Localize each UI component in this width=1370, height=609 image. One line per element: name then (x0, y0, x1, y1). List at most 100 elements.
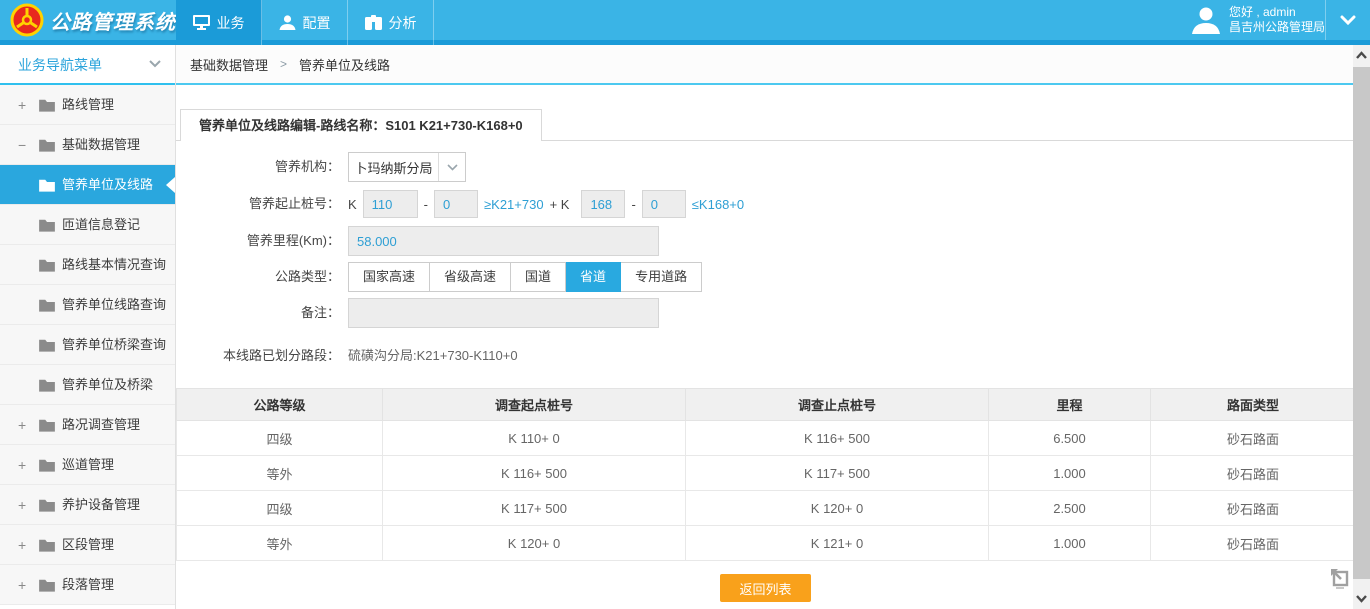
road-type-group: 国家高速 省级高速 国道 省道 专用道路 (348, 262, 702, 292)
user-dropdown-toggle[interactable] (1325, 0, 1370, 40)
highway-emblem-icon (10, 3, 44, 37)
scrollbar-thumb[interactable] (1353, 67, 1370, 579)
folder-icon (38, 178, 56, 192)
breadcrumb-current[interactable]: 管养单位及线路 (299, 55, 390, 74)
sidebar-item-maint-unit-lines[interactable]: 管养单位及线路 (0, 165, 175, 205)
expand-icon[interactable]: + (18, 485, 26, 525)
tab-analysis-label: 分析 (389, 13, 417, 33)
stake-min-hint: ≥K21+730 (484, 197, 544, 212)
tab-business[interactable]: 业务 (176, 0, 262, 45)
sidebar-item-basic-data-mgmt[interactable]: − 基础数据管理 (0, 125, 175, 165)
user-info: 您好 , admin 昌吉州公路管理局 (1229, 5, 1325, 35)
sidebar-item-label: 基础数据管理 (62, 125, 140, 165)
sidebar-item-section-mgmt[interactable]: + 区段管理 (0, 525, 175, 565)
col-mileage: 里程 (989, 389, 1151, 421)
user-greeting: 您好 , admin (1229, 5, 1325, 20)
popout-arrow-icon[interactable] (1328, 566, 1352, 590)
road-segment-table: 公路等级 调查起点桩号 调查止点桩号 里程 路面类型 四级 K 110+ 0 K… (176, 388, 1356, 561)
cell-road-grade: 四级 (177, 421, 383, 456)
cell-mileage: 1.000 (989, 456, 1151, 491)
edit-tab[interactable]: 管养单位及线路编辑-路线名称：S101 K21+730-K168+0 (180, 109, 542, 141)
sidebar-menu-header[interactable]: 业务导航菜单 (0, 45, 175, 85)
cell-start-stake: K 116+ 500 (383, 456, 686, 491)
tab-analysis[interactable]: 分析 (348, 0, 434, 45)
sidebar-item-unit-bridge-query[interactable]: 管养单位桥梁查询 (0, 325, 175, 365)
scroll-up-icon[interactable] (1355, 49, 1368, 63)
table-header-row: 公路等级 调查起点桩号 调查止点桩号 里程 路面类型 (177, 389, 1356, 421)
folder-icon (38, 538, 56, 552)
col-road-grade: 公路等级 (177, 389, 383, 421)
stake-label: 管养起止桩号： (176, 189, 340, 219)
user-organization: 昌吉州公路管理局 (1229, 20, 1325, 35)
sidebar-item-label: 段落管理 (62, 565, 114, 605)
stake-range-row: K - ≥K21+730 + K - ≤K168+0 (348, 190, 744, 218)
stake-dash: - (424, 197, 428, 212)
org-label: 管养机构： (176, 152, 340, 182)
folder-icon (38, 218, 56, 232)
sidebar-item-route-mgmt[interactable]: + 路线管理 (0, 85, 175, 125)
cell-end-stake: K 120+ 0 (686, 491, 989, 526)
sidebar-item-route-basic-query[interactable]: 路线基本情况查询 (0, 245, 175, 285)
start-km-input[interactable] (363, 190, 418, 218)
chevron-down-icon (1340, 15, 1356, 25)
vertical-scrollbar[interactable] (1353, 45, 1370, 609)
cell-pavement: 砂石路面 (1151, 456, 1356, 491)
cell-mileage: 6.500 (989, 421, 1151, 456)
app-logo[interactable]: 公路管理系统 (0, 0, 176, 40)
road-type-national-expressway[interactable]: 国家高速 (348, 262, 430, 292)
divided-sections-value: 硫磺沟分局:K21+730-K110+0 (348, 341, 518, 371)
mileage-input[interactable] (348, 226, 659, 256)
road-type-provincial-road[interactable]: 省道 (566, 262, 621, 292)
sidebar-item-equipment-mgmt[interactable]: + 养护设备管理 (0, 485, 175, 525)
start-meter-input[interactable] (434, 190, 478, 218)
maintenance-org-select[interactable]: 卜玛纳斯分局 (348, 152, 466, 182)
folder-icon (38, 258, 56, 272)
cell-road-grade: 等外 (177, 526, 383, 561)
expand-icon[interactable]: + (18, 565, 26, 605)
cell-start-stake: K 110+ 0 (383, 421, 686, 456)
cell-start-stake: K 117+ 500 (383, 491, 686, 526)
road-type-national-road[interactable]: 国道 (511, 262, 566, 292)
monitor-icon (193, 15, 210, 30)
scroll-down-icon[interactable] (1355, 591, 1368, 605)
end-meter-input[interactable] (642, 190, 686, 218)
remark-input[interactable] (348, 298, 659, 328)
road-type-special-road[interactable]: 专用道路 (621, 262, 702, 292)
avatar-icon (1191, 5, 1221, 35)
user-menu[interactable]: 您好 , admin 昌吉州公路管理局 (1191, 0, 1325, 40)
cell-road-grade: 四级 (177, 491, 383, 526)
sidebar-item-ramp-info[interactable]: 匝道信息登记 (0, 205, 175, 245)
analysis-icon (365, 15, 382, 30)
cell-start-stake: K 120+ 0 (383, 526, 686, 561)
breadcrumb-basic-data[interactable]: 基础数据管理 (190, 55, 268, 74)
expand-icon[interactable]: + (18, 525, 26, 565)
sidebar-item-label: 路线管理 (62, 85, 114, 125)
breadcrumb-separator: > (280, 57, 287, 71)
tab-config[interactable]: 配置 (262, 0, 348, 45)
cell-mileage: 1.000 (989, 526, 1151, 561)
sidebar-item-label: 路线基本情况查询 (62, 245, 166, 285)
expand-icon[interactable]: + (18, 85, 26, 125)
folder-icon (38, 138, 56, 152)
sidebar-item-road-survey-mgmt[interactable]: + 路况调查管理 (0, 405, 175, 445)
col-survey-end-stake: 调查止点桩号 (686, 389, 989, 421)
folder-icon (38, 378, 56, 392)
sidebar-item-unit-line-query[interactable]: 管养单位线路查询 (0, 285, 175, 325)
sidebar-item-patrol-mgmt[interactable]: + 巡道管理 (0, 445, 175, 485)
road-type-provincial-expressway[interactable]: 省级高速 (430, 262, 511, 292)
collapse-icon[interactable]: − (18, 125, 26, 165)
sidebar-menu-title: 业务导航菜单 (18, 57, 102, 73)
end-km-input[interactable] (581, 190, 625, 218)
back-to-list-button[interactable]: 返回列表 (720, 574, 811, 602)
col-pavement-type: 路面类型 (1151, 389, 1356, 421)
table-row: 等外 K 120+ 0 K 121+ 0 1.000 砂石路面 (177, 526, 1356, 561)
sidebar-item-segment-mgmt[interactable]: + 段落管理 (0, 565, 175, 605)
col-survey-start-stake: 调查起点桩号 (383, 389, 686, 421)
stake-plus-k: + K (550, 197, 570, 212)
expand-icon[interactable]: + (18, 445, 26, 485)
folder-icon (38, 458, 56, 472)
sidebar-item-unit-and-bridges[interactable]: 管养单位及桥梁 (0, 365, 175, 405)
folder-icon (38, 298, 56, 312)
folder-icon (38, 578, 56, 592)
expand-icon[interactable]: + (18, 405, 26, 445)
